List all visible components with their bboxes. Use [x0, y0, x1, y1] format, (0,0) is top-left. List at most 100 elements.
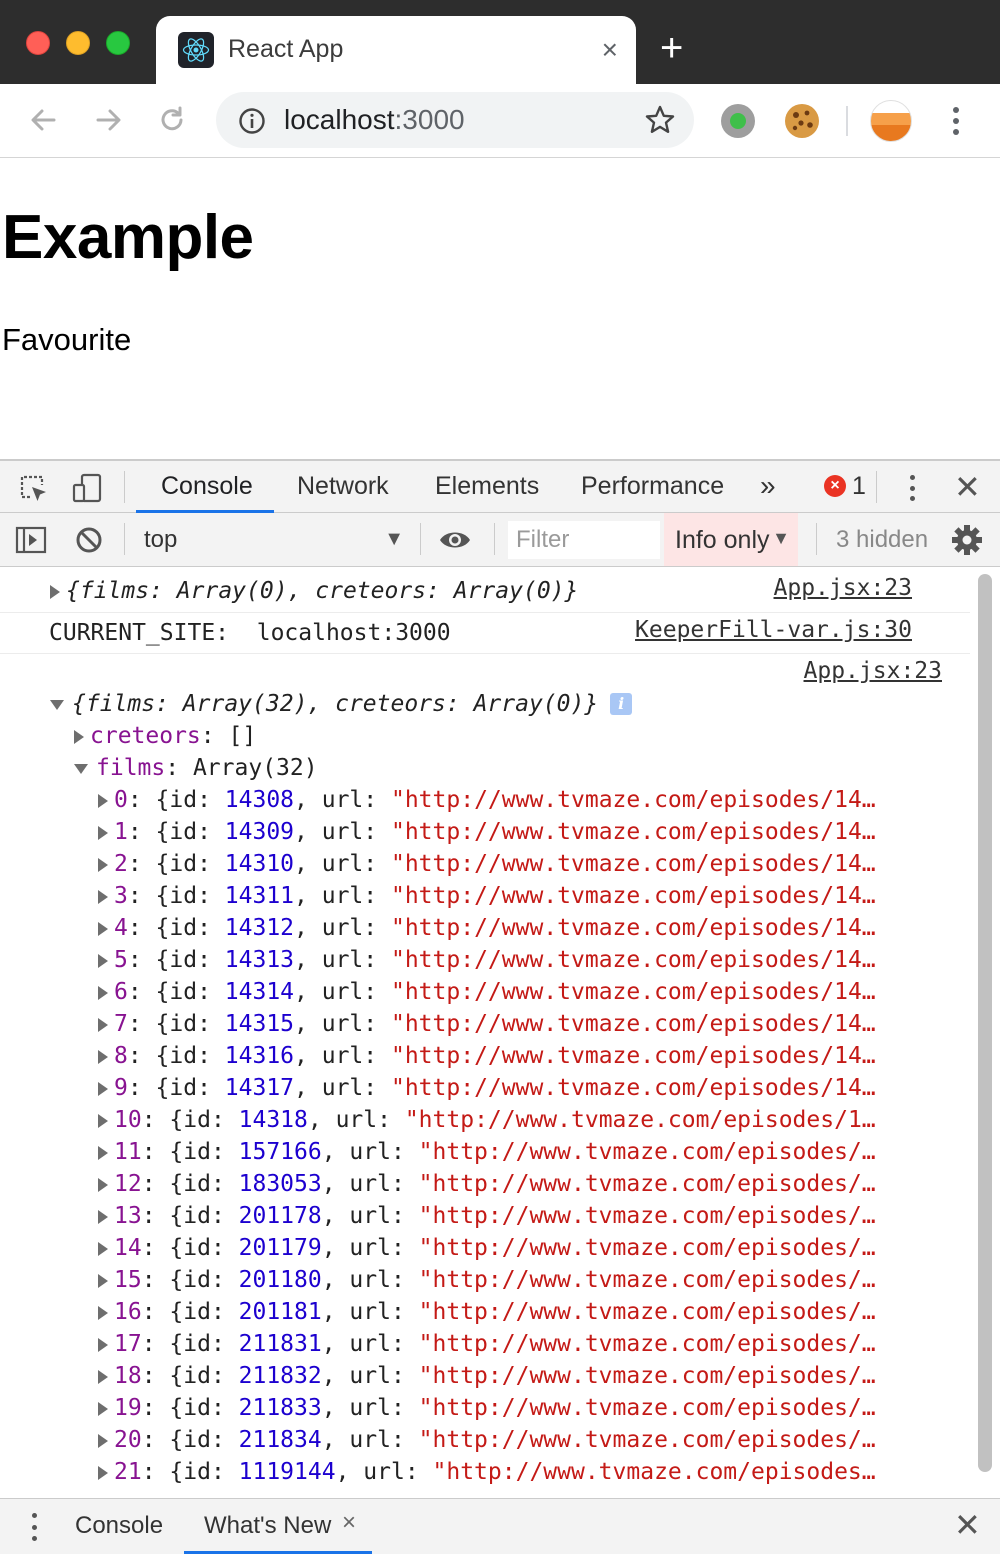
expand-arrow-icon[interactable] — [98, 1241, 108, 1256]
film-entry-row[interactable]: 1: {id: 14309, url: "http://www.tvmaze.c… — [98, 816, 876, 848]
back-icon[interactable] — [26, 102, 62, 138]
film-entry-row[interactable]: 16: {id: 201181, url: "http://www.tvmaze… — [98, 1296, 876, 1328]
reload-icon[interactable] — [154, 102, 190, 138]
window-close-button[interactable] — [26, 31, 50, 55]
film-entry-row[interactable]: 18: {id: 211832, url: "http://www.tvmaze… — [98, 1360, 876, 1392]
film-entry-row[interactable]: 17: {id: 211831, url: "http://www.tvmaze… — [98, 1328, 876, 1360]
entry-url: "http://www.tvmaze.com/episodes/… — [418, 1395, 876, 1421]
inspect-element-icon[interactable] — [16, 471, 50, 505]
live-expression-eye-icon[interactable] — [438, 523, 472, 557]
expand-arrow-icon[interactable] — [98, 1081, 108, 1096]
film-entry-row[interactable]: 15: {id: 201180, url: "http://www.tvmaze… — [98, 1264, 876, 1296]
expand-arrow-icon[interactable] — [98, 1113, 108, 1128]
entry-url: "http://www.tvmaze.com/episodes/14… — [390, 851, 876, 877]
film-entry-row[interactable]: 14: {id: 201179, url: "http://www.tvmaze… — [98, 1232, 876, 1264]
expand-arrow-icon[interactable] — [98, 1465, 108, 1480]
film-entry-row[interactable]: 5: {id: 14313, url: "http://www.tvmaze.c… — [98, 944, 876, 976]
film-entry-row[interactable]: 13: {id: 201178, url: "http://www.tvmaze… — [98, 1200, 876, 1232]
hidden-messages-count: 3 hidden — [836, 526, 929, 553]
expand-arrow-icon[interactable] — [98, 1145, 108, 1160]
entry-id: 211831 — [238, 1331, 322, 1357]
expand-arrow-icon[interactable] — [98, 1273, 108, 1288]
tab-close-icon[interactable]: × — [602, 34, 618, 66]
film-entry-row[interactable]: 10: {id: 14318, url: "http://www.tvmaze.… — [98, 1104, 876, 1136]
expand-arrow-icon[interactable] — [98, 1401, 108, 1416]
entry-url: "http://www.tvmaze.com/episodes/14… — [390, 979, 876, 1005]
film-entry-row[interactable]: 19: {id: 211833, url: "http://www.tvmaze… — [98, 1392, 876, 1424]
expand-arrow-icon[interactable] — [98, 889, 108, 904]
new-tab-button[interactable]: + — [660, 26, 683, 70]
devtools-close-icon[interactable]: ✕ — [954, 469, 981, 505]
drawer-tab-console[interactable]: Console — [75, 1512, 163, 1540]
browser-menu-icon[interactable] — [946, 104, 966, 138]
film-entry-row[interactable]: 7: {id: 14315, url: "http://www.tvmaze.c… — [98, 1008, 876, 1040]
entry-index: 7 — [114, 1011, 128, 1037]
drawer-close-icon[interactable]: ✕ — [954, 1507, 981, 1543]
film-entry-row[interactable] — [98, 1488, 114, 1498]
expand-arrow-icon[interactable] — [98, 1177, 108, 1192]
tab-elements[interactable]: Elements — [435, 472, 539, 501]
recorder-extension-icon[interactable] — [721, 104, 755, 138]
address-bar[interactable]: localhost:3000 — [216, 92, 694, 148]
film-entry-row[interactable]: 8: {id: 14316, url: "http://www.tvmaze.c… — [98, 1040, 876, 1072]
device-toolbar-icon[interactable] — [70, 471, 104, 505]
film-entry-row[interactable]: 21: {id: 1119144, url: "http://www.tvmaz… — [98, 1456, 876, 1488]
console-scrollbar[interactable] — [976, 574, 994, 1476]
console-settings-gear-icon[interactable] — [950, 523, 984, 557]
more-tabs-icon[interactable]: » — [760, 470, 776, 502]
drawer-tab-close-icon[interactable]: × — [342, 1509, 356, 1537]
entry-index: 6 — [114, 979, 128, 1005]
film-entry-row[interactable]: 11: {id: 157166, url: "http://www.tvmaze… — [98, 1136, 876, 1168]
window-zoom-button[interactable] — [106, 31, 130, 55]
bookmark-star-icon[interactable] — [644, 104, 676, 136]
drawer-tab-whats-new[interactable]: What's New — [204, 1512, 331, 1540]
site-info-icon[interactable] — [238, 107, 266, 135]
error-count[interactable]: 1 — [852, 472, 866, 501]
film-entry-row[interactable]: 20: {id: 211834, url: "http://www.tvmaze… — [98, 1424, 876, 1456]
toolbar-divider — [816, 523, 817, 555]
clear-console-icon[interactable] — [72, 523, 106, 557]
expand-arrow-icon[interactable] — [98, 1305, 108, 1320]
expand-arrow-icon[interactable] — [98, 1209, 108, 1224]
film-entry-row[interactable]: 3: {id: 14311, url: "http://www.tvmaze.c… — [98, 880, 876, 912]
entry-index: 5 — [114, 947, 128, 973]
film-entry-row[interactable]: 6: {id: 14314, url: "http://www.tvmaze.c… — [98, 976, 876, 1008]
context-selector[interactable]: top ▼ — [132, 522, 412, 558]
entry-index: 2 — [114, 851, 128, 877]
profile-avatar[interactable] — [870, 100, 912, 142]
film-entry-row[interactable]: 9: {id: 14317, url: "http://www.tvmaze.c… — [98, 1072, 876, 1104]
tab-console[interactable]: Console — [161, 472, 253, 501]
devtools-menu-icon[interactable] — [902, 473, 922, 503]
tab-performance[interactable]: Performance — [581, 472, 724, 501]
entry-id: 211832 — [238, 1363, 322, 1389]
log-level-selector[interactable]: Info only ▼ — [664, 513, 798, 566]
expand-arrow-icon[interactable] — [98, 857, 108, 872]
expand-arrow-icon[interactable] — [98, 953, 108, 968]
show-sidebar-icon[interactable] — [14, 523, 48, 557]
entry-url: "http://www.tvmaze.com/episodes/14… — [390, 787, 876, 813]
film-entry-row[interactable]: 4: {id: 14312, url: "http://www.tvmaze.c… — [98, 912, 876, 944]
scrollbar-thumb[interactable] — [978, 574, 992, 1472]
expand-arrow-icon[interactable] — [98, 1369, 108, 1384]
film-entry-row[interactable]: 2: {id: 14310, url: "http://www.tvmaze.c… — [98, 848, 876, 880]
expand-arrow-icon[interactable] — [98, 793, 108, 808]
expand-arrow-icon[interactable] — [98, 985, 108, 1000]
expand-arrow-icon[interactable] — [98, 825, 108, 840]
forward-icon[interactable] — [90, 102, 126, 138]
drawer-menu-icon[interactable] — [30, 1513, 38, 1541]
tab-network[interactable]: Network — [297, 472, 389, 501]
browser-tab-react-app[interactable]: React App × — [156, 16, 636, 84]
error-icon[interactable]: × — [824, 475, 846, 497]
expand-arrow-icon[interactable] — [98, 1337, 108, 1352]
window-minimize-button[interactable] — [66, 31, 90, 55]
expand-arrow-icon[interactable] — [98, 921, 108, 936]
entry-url: "http://www.tvmaze.com/episodes/14… — [390, 1043, 876, 1069]
expand-arrow-icon[interactable] — [98, 1017, 108, 1032]
expand-arrow-icon[interactable] — [98, 1433, 108, 1448]
film-entry-row[interactable]: 0: {id: 14308, url: "http://www.tvmaze.c… — [98, 784, 876, 816]
film-entry-row[interactable]: 12: {id: 183053, url: "http://www.tvmaze… — [98, 1168, 876, 1200]
expand-arrow-icon[interactable] — [98, 1049, 108, 1064]
devtools-tab-bar: Console Network Elements Performance » ×… — [0, 459, 1000, 513]
cookie-extension-icon[interactable] — [785, 104, 819, 138]
filter-input[interactable] — [508, 521, 660, 559]
